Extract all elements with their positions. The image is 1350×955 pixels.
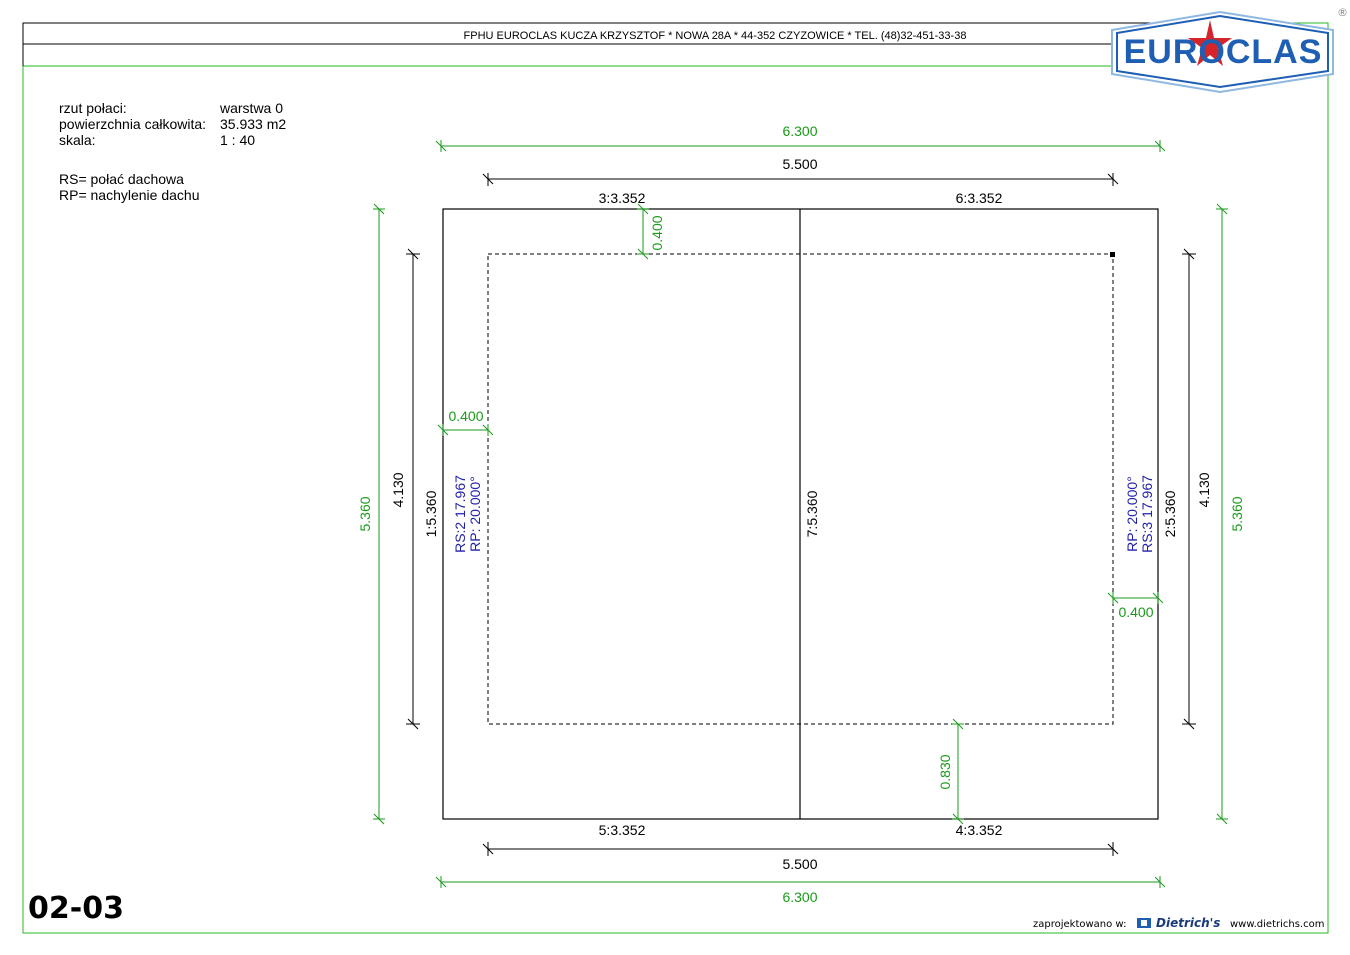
left-face-rp: RP: 20.000° xyxy=(467,476,483,552)
dim-bottom-overall: 6.300 xyxy=(435,875,1166,905)
info-value: warstwa 0 xyxy=(219,100,283,116)
svg-text:0.400: 0.400 xyxy=(1118,604,1153,620)
dim-bottom-inner: 5.500 xyxy=(482,842,1119,872)
sheet-number: 02-03 xyxy=(28,891,124,926)
dim-top-inner: 5.500 xyxy=(482,156,1119,186)
right-face-rp: RP: 20.000° xyxy=(1124,476,1140,552)
info-label: powierzchnia całkowita: xyxy=(59,116,206,132)
svg-text:0.400: 0.400 xyxy=(649,215,665,250)
svg-text:4.130: 4.130 xyxy=(1196,472,1212,507)
edge-label: 7:5.360 xyxy=(804,490,820,537)
svg-text:6.300: 6.300 xyxy=(782,889,817,905)
info-value: 35.933 m2 xyxy=(220,116,286,132)
dim-left-overall: 5.360 xyxy=(357,203,385,825)
company-line: FPHU EUROCLAS KUCZA KRZYSZTOF * NOWA 28A… xyxy=(464,30,967,42)
svg-text:5.500: 5.500 xyxy=(782,156,817,172)
dim-right-inner: 4.130 xyxy=(1182,248,1212,730)
legend-rs: RS= połać dachowa xyxy=(59,171,184,187)
euroclas-logo: EUROCLAS xyxy=(1111,10,1334,94)
dim-right-overall: 5.360 xyxy=(1216,203,1245,825)
software-url: www.dietrichs.com xyxy=(1230,919,1324,930)
info-label: rzut połaci: xyxy=(59,100,127,116)
edge-label: 5:3.352 xyxy=(599,822,646,838)
designed-with-label: zaprojektowano w: xyxy=(1033,919,1126,930)
dim-overhang-left: 0.400 xyxy=(437,408,494,437)
info-value: 1 : 40 xyxy=(220,132,255,148)
logo-text: EUROCLAS xyxy=(1124,33,1323,71)
svg-text:6.300: 6.300 xyxy=(782,123,817,139)
svg-text:5.360: 5.360 xyxy=(1229,496,1245,531)
legend-rp: RP= nachylenie dachu xyxy=(59,187,200,203)
dim-overhang-bottom: 0.830 xyxy=(937,718,964,825)
software-name: Dietrich's xyxy=(1156,916,1220,930)
edge-label: 3:3.352 xyxy=(599,190,646,206)
corner-marker xyxy=(1110,252,1115,257)
svg-text:5.500: 5.500 xyxy=(782,856,817,872)
edge-label: 1:5.360 xyxy=(423,490,439,537)
edge-label: 2:5.360 xyxy=(1162,490,1178,537)
dim-left-inner: 4.130 xyxy=(390,248,420,730)
svg-text:4.130: 4.130 xyxy=(390,472,406,507)
left-face-rs: RS:2 17.967 xyxy=(452,475,468,553)
dim-overhang-top: 0.400 xyxy=(637,203,665,260)
dietrichs-logo-icon xyxy=(1137,918,1151,928)
dim-top-overall: 6.300 xyxy=(435,123,1166,153)
right-face-rs: RS:3 17.967 xyxy=(1139,475,1155,553)
edge-label: 6:3.352 xyxy=(956,190,1003,206)
dim-overhang-right: 0.400 xyxy=(1107,591,1164,620)
info-label: skala: xyxy=(59,132,96,148)
edge-label: 4:3.352 xyxy=(956,822,1003,838)
info-block: rzut połaci: warstwa 0 powierzchnia całk… xyxy=(59,100,286,203)
roof-drawing: 6.300 5.500 3:3.352 6:3.352 5:3.352 4:3.… xyxy=(357,123,1245,905)
roof-plan-sheet: FPHU EUROCLAS KUCZA KRZYSZTOF * NOWA 28A… xyxy=(22,10,1334,934)
svg-text:0.400: 0.400 xyxy=(448,408,483,424)
svg-text:0.830: 0.830 xyxy=(937,754,953,789)
svg-text:5.360: 5.360 xyxy=(357,496,373,531)
